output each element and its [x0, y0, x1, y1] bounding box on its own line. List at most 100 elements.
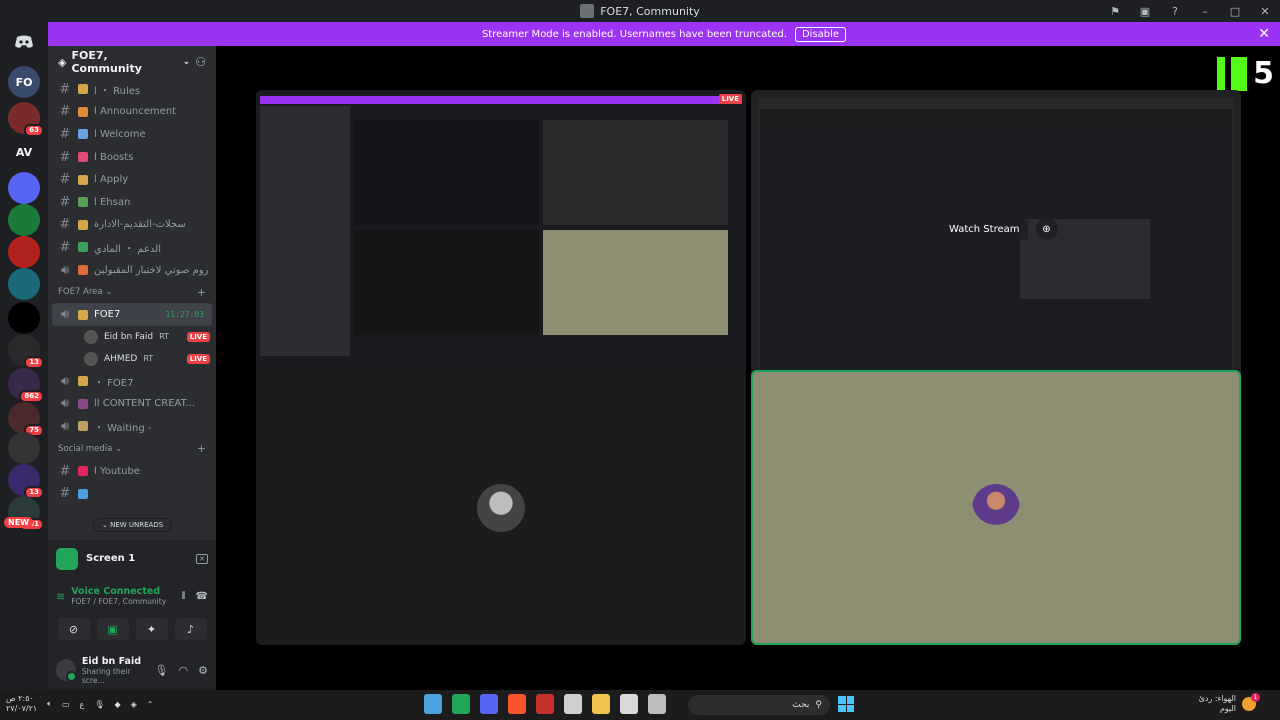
chevron-up-icon[interactable]: ⌃: [147, 700, 154, 709]
nested-sidebar: [260, 106, 350, 356]
new-unreads-pill[interactable]: ⌄ NEW UNREADS: [93, 518, 173, 532]
channel-label: ・ Waiting -: [94, 422, 152, 434]
text-channel[interactable]: # الدعم ・ المادي: [48, 236, 216, 259]
voice-member[interactable]: Eid bn Faid RT LIVE: [48, 326, 216, 348]
stream-tile-preview[interactable]: Watch Stream ⊕: [751, 90, 1241, 400]
server-icon[interactable]: 13: [8, 334, 44, 369]
add-channel-icon[interactable]: +: [197, 286, 206, 299]
hash-icon: #: [59, 126, 71, 142]
channel-label: روم صوتي لاختبار المقبولين: [94, 264, 209, 276]
disconnect-icon[interactable]: ☎: [196, 591, 208, 602]
server-icon[interactable]: [8, 172, 40, 204]
app-tray-icon[interactable]: ◈: [131, 700, 137, 709]
close-window-button[interactable]: ✕: [1250, 0, 1280, 22]
mention-badge: 63: [24, 124, 44, 137]
weather-widget[interactable]: الهواء: ردئ اليوم: [1199, 694, 1236, 714]
app-tray-icon[interactable]: ◆: [114, 700, 120, 709]
banner-text: Streamer Mode is enabled. Usernames have…: [481, 28, 787, 40]
server-icon[interactable]: [8, 268, 40, 300]
add-channel-icon[interactable]: +: [197, 442, 206, 455]
disable-streamer-mode-button[interactable]: Disable: [794, 26, 847, 42]
text-channel[interactable]: # ا Apply: [48, 168, 216, 191]
participant-tile[interactable]: [256, 370, 746, 645]
banner-close-icon[interactable]: ✕: [1258, 26, 1270, 42]
stop-share-icon[interactable]: ✕: [196, 553, 208, 564]
server-icon[interactable]: [8, 204, 40, 236]
screen-share-row[interactable]: Screen 1 ✕: [48, 540, 216, 578]
gear-icon[interactable]: ⚙: [198, 664, 208, 677]
speaker-icon: 🔊︎: [60, 396, 70, 412]
text-channel[interactable]: # سجلات-التقديم-الادارة: [48, 214, 216, 237]
activities-button[interactable]: ✦: [135, 618, 168, 640]
text-channel[interactable]: # ا Announcement: [48, 101, 216, 124]
hash-icon: #: [59, 149, 71, 165]
voice-channel[interactable]: 🔊︎ روم صوتي لاختبار المقبولين: [48, 259, 216, 282]
microphone-icon[interactable]: 🎙︎: [155, 664, 169, 677]
store-icon[interactable]: [620, 694, 638, 714]
channel-emoji-icon: [78, 421, 88, 432]
app-icon[interactable]: [452, 694, 470, 714]
help-icon[interactable]: ?: [1160, 0, 1190, 22]
browser-icon[interactable]: [508, 694, 526, 714]
voice-channel[interactable]: 🔊︎ ・ FOE7: [48, 370, 216, 393]
server-icon[interactable]: 63: [8, 102, 44, 137]
zoom-icon[interactable]: ⊕: [1035, 218, 1058, 240]
user-status: Sharing their scre...: [81, 666, 131, 685]
server-icon[interactable]: 13: [8, 464, 44, 499]
invite-people-icon[interactable]: ⚇: [195, 55, 206, 69]
channel-label: ا Boosts: [94, 151, 134, 163]
soundboard-button[interactable]: ♪: [174, 618, 207, 640]
flag-icon[interactable]: ⚑: [1100, 0, 1130, 22]
voice-channel[interactable]: 🔊︎ اا CONTENT CREAT...: [48, 393, 216, 416]
avatar[interactable]: [56, 659, 77, 682]
discord-home-icon[interactable]: [8, 26, 40, 58]
text-channel[interactable]: # ا Ehsan: [48, 191, 216, 214]
language-indicator[interactable]: ع: [80, 700, 85, 709]
camera-off-button[interactable]: ⊘: [57, 618, 90, 640]
text-channel[interactable]: # ا Youtube: [48, 460, 216, 483]
inbox-icon[interactable]: ▣: [1130, 0, 1160, 22]
voice-member[interactable]: AHMED RT LIVE: [48, 348, 216, 370]
discord-taskbar-icon[interactable]: [480, 694, 498, 714]
file-explorer-icon[interactable]: [592, 694, 610, 714]
server-icon[interactable]: [8, 236, 40, 268]
voice-connected-label[interactable]: Voice Connected: [71, 586, 166, 597]
text-channel[interactable]: # ا Boosts: [48, 146, 216, 169]
noise-suppression-icon[interactable]: ⫴: [181, 591, 185, 602]
voice-channel[interactable]: 🔊︎ ・ Waiting -: [48, 415, 216, 438]
server-icon[interactable]: 75: [8, 402, 44, 437]
search-box[interactable]: بحث ⚲: [688, 695, 830, 715]
server-icon[interactable]: [8, 302, 40, 334]
volume-icon[interactable]: 🔈︎: [47, 699, 52, 709]
display-icon[interactable]: ▭: [62, 700, 70, 709]
watch-stream-button[interactable]: Watch Stream: [941, 218, 1028, 240]
server-icon[interactable]: [8, 432, 40, 464]
stream-tile-screen[interactable]: LIVE: [256, 90, 746, 400]
category-social-media[interactable]: Social media ⌄ +: [48, 438, 216, 460]
screen-share-button[interactable]: ▣: [96, 618, 129, 640]
start-icon[interactable]: [838, 696, 854, 712]
server-icon[interactable]: FO: [8, 66, 40, 98]
text-channel[interactable]: # ا ・ Rules: [48, 78, 216, 101]
category-foe7-area[interactable]: FOE7 Area ⌄ +: [48, 281, 216, 303]
voice-channel-foe7[interactable]: 🔊︎ FOE7 11:27:03: [52, 303, 212, 326]
text-channel[interactable]: # ا Welcome: [48, 123, 216, 146]
server-header[interactable]: ◈ FOE7, Community ⌄ ⚇: [48, 46, 216, 78]
task-view-icon[interactable]: [648, 694, 666, 714]
headphones-icon[interactable]: ◠: [179, 664, 189, 677]
server-icon[interactable]: 862: [8, 368, 44, 403]
app-icon[interactable]: [424, 694, 442, 714]
app-icon[interactable]: [536, 694, 554, 714]
maximize-button[interactable]: □: [1220, 0, 1250, 22]
clock[interactable]: ٢:٥٠ ص ٢٧/٠٧/٢١: [6, 694, 37, 714]
new-badge[interactable]: NEW: [4, 517, 33, 528]
hash-icon: #: [59, 104, 71, 120]
participant-tile-speaking[interactable]: [751, 370, 1241, 645]
microphone-icon[interactable]: 🎙︎: [94, 700, 104, 709]
voice-location[interactable]: FOE7 / FOE7, Community: [71, 597, 166, 606]
minimize-button[interactable]: –: [1190, 0, 1220, 22]
mouse-app-icon[interactable]: [564, 694, 582, 714]
server-icon[interactable]: AV: [8, 136, 40, 168]
text-channel[interactable]: #: [48, 482, 216, 505]
hash-icon: #: [59, 194, 71, 210]
